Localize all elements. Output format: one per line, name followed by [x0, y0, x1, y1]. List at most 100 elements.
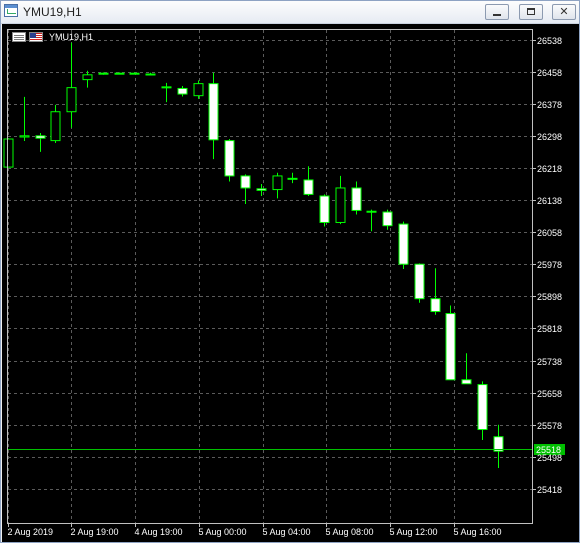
candle-body-down: [366, 210, 377, 213]
candle: [19, 96, 30, 142]
candle: [445, 305, 456, 381]
candle-body-down: [240, 175, 251, 189]
current-price-marker: 25518: [8, 444, 565, 455]
candle: [303, 166, 314, 196]
x-tick-label: 2 Aug 19:00: [71, 527, 119, 537]
y-tick-label: 25418: [537, 485, 562, 495]
candle-body-down: [445, 313, 456, 381]
candle-body-down: [35, 135, 46, 139]
candle: [430, 268, 441, 315]
close-button[interactable]: ✕: [552, 4, 576, 20]
candle: [208, 72, 219, 160]
candle-body-up: [98, 72, 109, 75]
candle: [414, 263, 425, 303]
candle: [461, 353, 472, 385]
y-tick-label: 26138: [537, 196, 562, 206]
candle: [161, 82, 172, 103]
candle-body-up: [66, 87, 77, 113]
candle: [224, 139, 235, 182]
candle: [66, 42, 77, 128]
x-tick-label: 5 Aug 00:00: [199, 527, 247, 537]
candle: [98, 72, 109, 75]
candle-body-up: [161, 86, 172, 89]
candle-body-down: [461, 379, 472, 385]
candle: [335, 175, 346, 225]
candle: [35, 132, 46, 152]
x-tick-label: 5 Aug 04:00: [263, 527, 311, 537]
candle: [272, 172, 283, 199]
candle-body-down: [430, 298, 441, 313]
candle: [287, 172, 298, 184]
y-tick-label: 26378: [537, 100, 562, 110]
y-tick-label: 25498: [537, 453, 562, 463]
candle-body-up: [19, 135, 30, 138]
y-tick-label: 25898: [537, 292, 562, 302]
y-tick-label: 25738: [537, 357, 562, 367]
chart-area[interactable]: 25518 26538 26458 26378 26298 26218 26138 2605…: [2, 24, 579, 542]
candle: [129, 72, 140, 75]
y-tick-label: 26298: [537, 132, 562, 142]
maximize-icon: [527, 8, 535, 15]
candle: [193, 80, 204, 99]
candle-body-down: [351, 187, 362, 211]
candle-body-up: [193, 83, 204, 97]
candle: [240, 174, 251, 205]
candle-body-up: [272, 175, 283, 191]
x-tick-label: 2 Aug 2019: [8, 527, 54, 537]
candle-body-up: [50, 111, 61, 142]
y-tick-label: 25818: [537, 324, 562, 334]
chart-window-icon: [4, 4, 18, 17]
candle: [177, 86, 188, 97]
candle-body-up: [82, 74, 93, 81]
y-tick-label: 26058: [537, 228, 562, 238]
candle-body-down: [177, 87, 188, 95]
time-axis[interactable]: 2 Aug 2019 2 Aug 19:00 4 Aug 19:00 5 Aug 00…: [8, 523, 502, 537]
y-tick-label: 25978: [537, 260, 562, 270]
candles: [3, 42, 504, 469]
candle: [351, 181, 362, 215]
price-axis[interactable]: 26538 26458 26378 26298 26218 26138 26058 25978…: [532, 36, 562, 495]
candle: [256, 183, 267, 196]
candle-body-down: [208, 83, 219, 141]
x-tick-label: 5 Aug 16:00: [454, 527, 502, 537]
candle: [145, 72, 156, 76]
candle-body-down: [256, 188, 267, 191]
candle-body-down: [382, 211, 393, 227]
x-tick-label: 5 Aug 12:00: [390, 527, 438, 537]
window-title: YMU19,H1: [23, 5, 82, 19]
candle: [493, 424, 504, 469]
x-tick-label: 5 Aug 08:00: [326, 527, 374, 537]
close-icon: ✕: [559, 5, 569, 18]
candle: [319, 194, 330, 227]
instrument-list-icon[interactable]: [12, 32, 26, 42]
candle: [82, 70, 93, 88]
y-tick-label: 26458: [537, 68, 562, 78]
candle-body-down: [477, 384, 488, 431]
chart-symbol-label: YMU19,H1: [49, 32, 94, 42]
minimize-button[interactable]: [485, 4, 509, 20]
candle-body-up: [129, 72, 140, 75]
candle-body-down: [224, 140, 235, 177]
title-bar[interactable]: YMU19,H1 ✕: [1, 1, 579, 24]
candle-body-down: [287, 177, 298, 180]
candlestick-chart[interactable]: 25518 26538 26458 26378 26298 26218 26138 2605…: [2, 24, 579, 542]
candle-body-down: [414, 263, 425, 300]
candle-body-up: [114, 72, 125, 75]
chart-window: YMU19,H1 ✕ 25518 26538 26458 26378 26298 262…: [0, 0, 580, 543]
candle: [3, 138, 14, 168]
candle-body-up: [3, 138, 14, 168]
candle-body-up: [335, 187, 346, 223]
candle-body-up: [145, 73, 156, 76]
us-flag-icon: [29, 32, 43, 42]
y-tick-label: 26218: [537, 164, 562, 174]
candle: [398, 221, 409, 270]
candle: [366, 209, 377, 232]
candle-body-down: [398, 223, 409, 265]
candle-body-down: [319, 195, 330, 223]
x-tick-label: 4 Aug 19:00: [135, 527, 183, 537]
candle: [50, 104, 61, 144]
candle: [477, 381, 488, 440]
candle-body-down: [303, 179, 314, 195]
maximize-button[interactable]: [519, 4, 543, 20]
candle: [382, 209, 393, 230]
